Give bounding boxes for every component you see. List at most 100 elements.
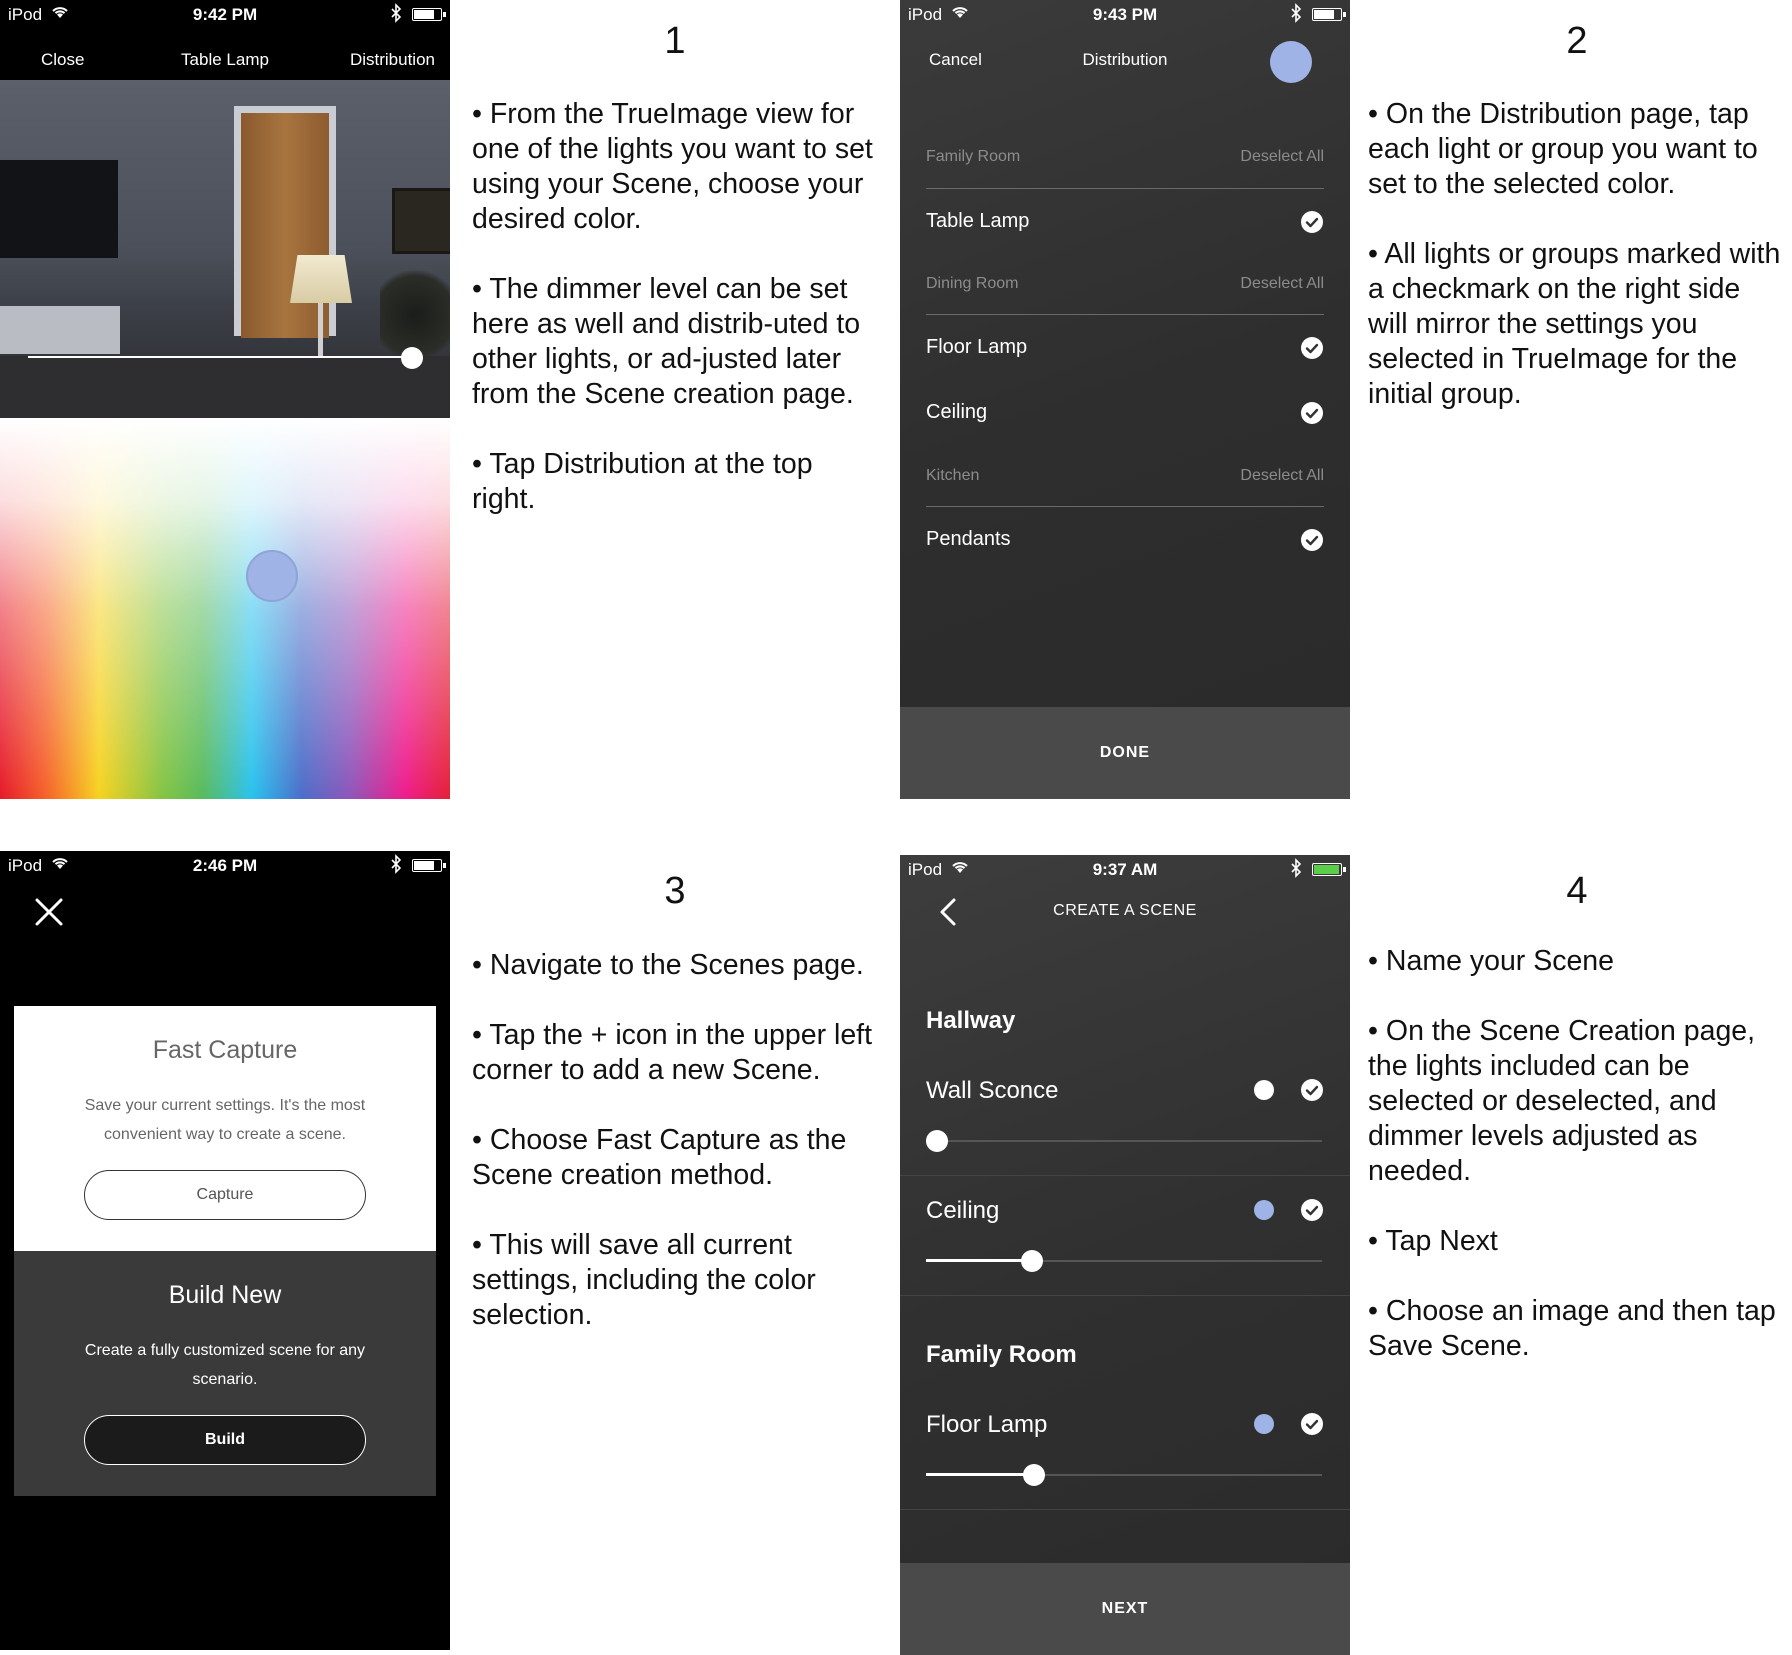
status-time: 9:43 PM: [1092, 5, 1158, 24]
light-color-dot[interactable]: [1254, 1414, 1274, 1434]
next-label: NEXT: [1101, 1600, 1149, 1617]
step-number: 4: [1566, 870, 1588, 912]
deselect-all-button[interactable]: Deselect All: [1240, 148, 1324, 166]
section-header: Kitchen Deselect All: [926, 467, 1324, 485]
dimmer-fill: [926, 1473, 1034, 1476]
screen-trueimage: iPod 9:42 PM Close Table Lamp Distributi…: [0, 0, 450, 799]
dimmer-track: [926, 1140, 1322, 1142]
group-divider: [900, 1509, 1350, 1510]
light-row[interactable]: Pendants: [926, 528, 1324, 551]
step-bullet: • Name your Scene: [1368, 945, 1615, 977]
divider: [926, 314, 1324, 315]
screen-create-scene: iPod 9:37 AM CREATE A SCENE Hallway Wall…: [900, 855, 1350, 1655]
step-bullet: • Choose an image and then tap Save Scen…: [1368, 1295, 1776, 1362]
door: [241, 113, 329, 338]
build-new-card: Build New Create a fully customized scen…: [14, 1251, 436, 1496]
bluetooth-icon: [391, 854, 402, 874]
deselect-all-button[interactable]: Deselect All: [1240, 275, 1324, 293]
bluetooth-icon: [391, 3, 402, 23]
status-time: 9:42 PM: [192, 5, 258, 24]
status-bar: iPod 9:43 PM: [900, 0, 1350, 30]
distribution-button[interactable]: Distribution: [350, 50, 435, 70]
step-instructions: • On the Distribution page, tap each lig…: [1368, 97, 1786, 447]
nav-bar: Close Table Lamp Distribution: [0, 30, 450, 80]
step-bullet: • Choose Fast Capture as the Scene creat…: [472, 1124, 847, 1191]
deselect-all-button[interactable]: Deselect All: [1240, 467, 1324, 485]
light-row[interactable]: Table Lamp: [926, 210, 1324, 233]
checkmark-icon[interactable]: [1301, 1413, 1323, 1435]
dimmer-knob[interactable]: [401, 347, 423, 369]
step-bullet: • Tap Next: [1368, 1225, 1498, 1257]
build-label: Build: [205, 1431, 245, 1448]
section-header: Dining Room Deselect All: [926, 275, 1324, 293]
light-row[interactable]: Floor Lamp: [926, 336, 1324, 359]
group-title: Family Room: [926, 1341, 1077, 1368]
nav-bar: Cancel Distribution: [900, 30, 1350, 83]
battery-icon: [1312, 8, 1346, 21]
status-bar: iPod 9:37 AM: [900, 855, 1350, 885]
lamp-shade: [290, 255, 352, 303]
light-label: Ceiling: [926, 401, 988, 423]
picture-frame: [392, 188, 450, 254]
spectrum-fade: [0, 418, 450, 799]
light-color-dot[interactable]: [1254, 1200, 1274, 1220]
light-label: Ceiling: [926, 1197, 1000, 1224]
step-bullet: • From the TrueImage view for one of the…: [472, 98, 873, 235]
dimmer-track: [28, 356, 412, 358]
done-button[interactable]: DONE: [900, 707, 1350, 799]
section-label: Kitchen: [926, 467, 980, 484]
next-button[interactable]: NEXT: [900, 1563, 1350, 1655]
dimmer-knob[interactable]: [926, 1130, 948, 1152]
checkmark-icon[interactable]: [1301, 1079, 1323, 1101]
fast-capture-card: Fast Capture Save your current settings.…: [14, 1006, 436, 1251]
status-bar: iPod 9:42 PM: [0, 0, 450, 30]
nav-title: CREATE A SCENE: [1053, 902, 1197, 919]
media-console: [0, 306, 120, 354]
trueimage-photo: [0, 80, 450, 418]
step-instructions: • Name your Scene • On the Scene Creatio…: [1368, 944, 1786, 1399]
section-header: Family Room Deselect All: [926, 148, 1324, 166]
dimmer-knob[interactable]: [1021, 1250, 1043, 1272]
checkmark-icon[interactable]: [1301, 1199, 1323, 1221]
capture-button[interactable]: Capture: [84, 1170, 366, 1220]
fast-capture-title: Fast Capture: [152, 1036, 298, 1064]
tv: [0, 160, 118, 258]
row-divider: [900, 1175, 1350, 1176]
bluetooth-icon: [1291, 3, 1302, 23]
bluetooth-icon: [1291, 858, 1302, 878]
step-bullet: • The dimmer level can be set here as we…: [472, 273, 861, 410]
checkmark-icon[interactable]: [1301, 529, 1323, 551]
status-time: 2:46 PM: [192, 856, 258, 875]
light-label: Pendants: [926, 528, 1011, 550]
selected-color-swatch[interactable]: [1270, 41, 1312, 83]
close-icon[interactable]: [34, 897, 64, 927]
checkmark-icon[interactable]: [1301, 402, 1323, 424]
checkmark-icon[interactable]: [1301, 337, 1323, 359]
dimmer-fill: [926, 1259, 1032, 1262]
build-button[interactable]: Build: [84, 1415, 366, 1465]
light-label: Wall Sconce: [926, 1077, 1059, 1104]
battery-charging-icon: [1312, 863, 1346, 876]
status-time: 9:37 AM: [1092, 860, 1158, 879]
screen-distribution: iPod 9:43 PM Cancel Distribution Family …: [900, 0, 1350, 799]
screen-new-scene: iPod 2:46 PM Fast Capture Save your curr…: [0, 851, 450, 1650]
checkmark-icon[interactable]: [1301, 211, 1323, 233]
dimmer-knob[interactable]: [1023, 1464, 1045, 1486]
lamp-stand: [318, 303, 323, 363]
step-number: 2: [1566, 20, 1588, 62]
status-bar: iPod 2:46 PM: [0, 851, 450, 881]
battery-icon: [412, 8, 446, 21]
section-label: Dining Room: [926, 275, 1019, 292]
color-spectrum[interactable]: [0, 418, 450, 799]
step-bullet: • Tap Distribution at the top right.: [472, 448, 813, 515]
section-label: Family Room: [926, 148, 1021, 165]
light-label: Floor Lamp: [926, 336, 1028, 358]
light-color-dot[interactable]: [1254, 1080, 1274, 1100]
step-number: 3: [664, 870, 686, 912]
step-bullet: • This will save all current settings, i…: [472, 1229, 816, 1331]
step-bullet: • All lights or groups marked with a che…: [1368, 238, 1781, 410]
done-label: DONE: [1099, 744, 1151, 761]
divider: [926, 506, 1324, 507]
light-row[interactable]: Ceiling: [926, 401, 1324, 424]
color-picker-handle[interactable]: [246, 550, 298, 602]
